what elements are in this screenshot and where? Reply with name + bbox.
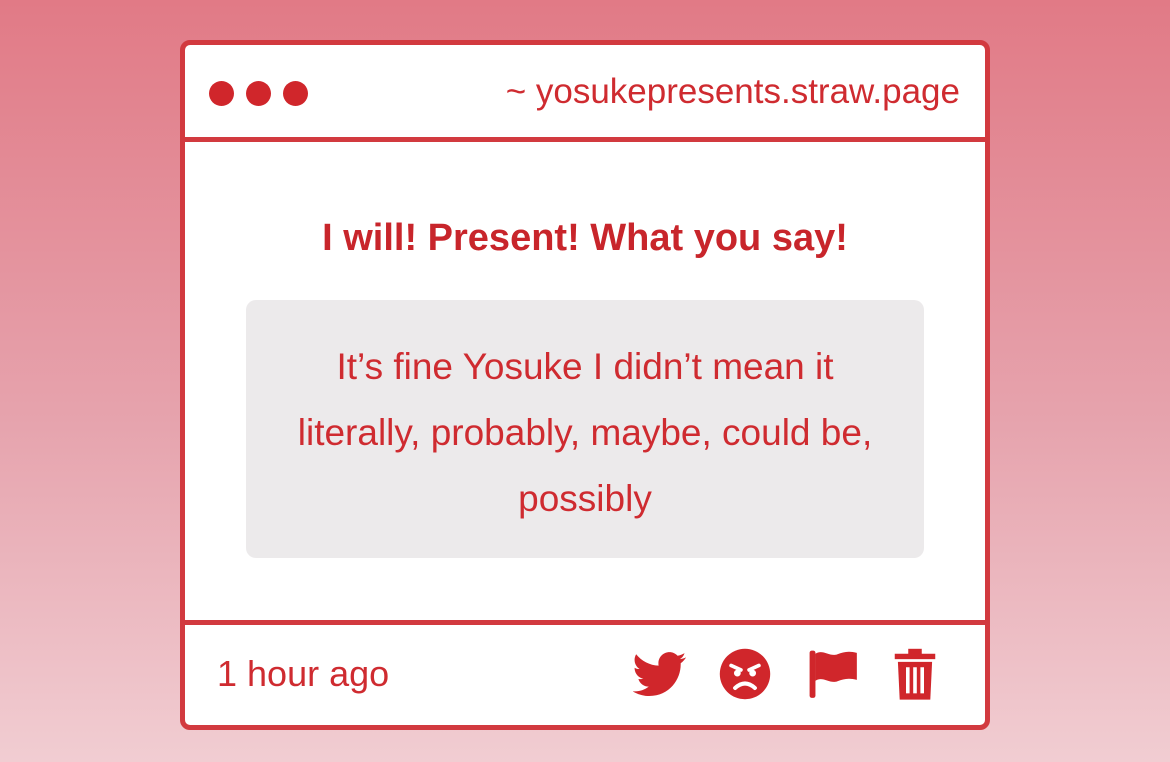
twitter-icon[interactable] [633, 647, 687, 701]
window-dot-1 [209, 81, 234, 106]
answer-text: It’s fine Yosuke I didn’t mean it litera… [297, 346, 873, 519]
question-title: I will! Present! What you say! [322, 217, 848, 259]
window-dot-2 [246, 81, 271, 106]
answer-box: It’s fine Yosuke I didn’t mean it litera… [246, 300, 924, 558]
timestamp: 1 hour ago [217, 653, 390, 694]
window-titlebar: ~ yosukepresents.straw.page [185, 45, 985, 142]
page-url[interactable]: ~ yosukepresents.straw.page [506, 70, 960, 114]
trash-icon[interactable] [888, 647, 942, 701]
flag-icon[interactable] [806, 647, 860, 701]
message-card: ~ yosukepresents.straw.page I will! Pres… [180, 40, 990, 730]
window-dot-3 [283, 81, 308, 106]
angry-face-icon[interactable] [718, 647, 772, 701]
message-content: I will! Present! What you say! It’s fine… [185, 142, 985, 620]
card-footer: 1 hour ago [185, 620, 985, 725]
